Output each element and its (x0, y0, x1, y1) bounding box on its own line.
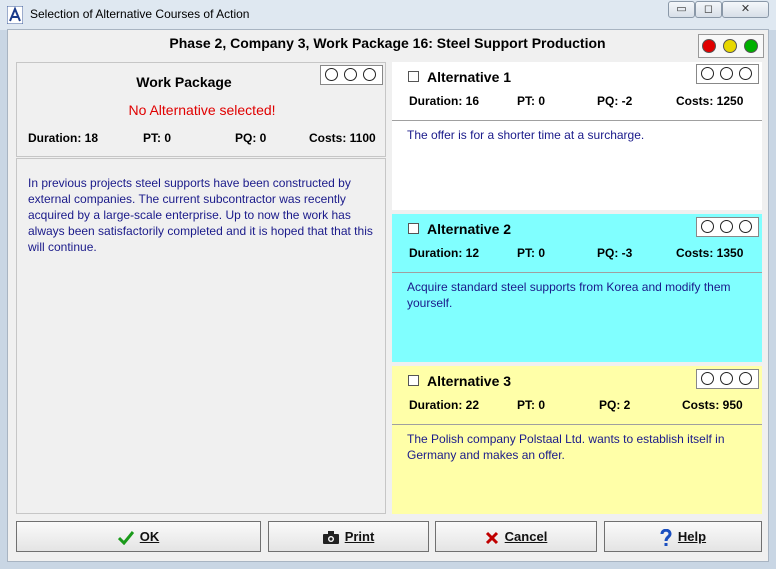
pq-value: PQ: -3 (597, 246, 633, 260)
rating-circles (696, 64, 759, 84)
work-package-title: Work Package (136, 74, 232, 90)
rating-circle-icon (363, 68, 376, 81)
alternative-1-description-panel: The offer is for a shorter time at a sur… (392, 120, 762, 210)
work-package-panel: Work Package No Alternative selected! Du… (16, 62, 386, 157)
rating-circles (696, 217, 759, 237)
checkmark-icon (117, 530, 134, 545)
costs-value: Costs: 1350 (676, 246, 744, 260)
help-button-label: Help (677, 529, 707, 544)
maximize-icon: ◻ (703, 3, 714, 15)
ok-button[interactable]: OK (16, 521, 261, 552)
maximize-button[interactable]: ◻ (695, 1, 722, 18)
duration-value: Duration: 22 (409, 398, 480, 412)
alternative-3-name: Alternative 3 (427, 373, 512, 389)
page-title: Phase 2, Company 3, Work Package 16: Ste… (169, 35, 606, 51)
rating-circle-icon (739, 220, 752, 233)
green-light-icon (744, 39, 758, 53)
minimize-icon: ▭ (676, 3, 687, 15)
costs-value: Costs: 1100 (309, 131, 376, 145)
minimize-button[interactable]: ▭ (668, 1, 695, 18)
rating-circles (320, 65, 383, 85)
rating-circles (696, 369, 759, 389)
camera-icon (322, 531, 339, 545)
alternative-3-description: The Polish company Polstaal Ltd. wants t… (407, 432, 725, 462)
rating-circle-icon (701, 220, 714, 233)
costs-value: Costs: 950 (682, 398, 743, 412)
cross-icon (485, 531, 499, 545)
question-mark-icon (660, 528, 672, 547)
duration-value: Duration: 16 (409, 94, 480, 108)
cancel-button-label: Cancel (504, 529, 548, 544)
help-button[interactable]: Help (604, 521, 762, 552)
rating-circle-icon (720, 372, 733, 385)
pq-value: PQ: 0 (235, 131, 267, 145)
alternative-2-description-panel: Acquire standard steel supports from Kor… (392, 272, 762, 362)
rating-circle-icon (701, 67, 714, 80)
rating-circle-icon (720, 67, 733, 80)
rating-circle-icon (701, 372, 714, 385)
ok-button-label: OK (139, 529, 160, 544)
costs-value: Costs: 1250 (676, 94, 744, 108)
traffic-light-indicator (698, 34, 764, 58)
pt-value: PT: 0 (517, 246, 546, 260)
pt-value: PT: 0 (517, 398, 546, 412)
rating-circle-icon (739, 372, 752, 385)
alternative-2-description: Acquire standard steel supports from Kor… (407, 280, 731, 310)
print-button[interactable]: Print (268, 521, 429, 552)
alternative-2-checkbox[interactable] (408, 223, 419, 234)
selection-status: No Alternative selected! (128, 102, 276, 118)
alternative-3-checkbox[interactable] (408, 375, 419, 386)
cancel-button[interactable]: Cancel (435, 521, 597, 552)
pt-value: PT: 0 (143, 131, 172, 145)
duration-value: Duration: 18 (28, 131, 99, 145)
rating-circle-icon (720, 220, 733, 233)
print-button-label: Print (344, 529, 375, 544)
yellow-light-icon (723, 39, 737, 53)
close-button[interactable]: ✕ (722, 1, 769, 18)
rating-circle-icon (344, 68, 357, 81)
pq-value: PQ: -2 (597, 94, 633, 108)
app-logo-icon (7, 6, 23, 24)
window-titlebar[interactable]: Selection of Alternative Courses of Acti… (0, 0, 776, 30)
window-title: Selection of Alternative Courses of Acti… (30, 7, 250, 21)
alternative-2-name: Alternative 2 (427, 221, 512, 237)
work-package-description-panel: In previous projects steel supports have… (16, 158, 386, 514)
rating-circle-icon (739, 67, 752, 80)
dialog-header: Phase 2, Company 3, Work Package 16: Ste… (9, 31, 766, 59)
alternative-3-header[interactable]: Alternative 3 Duration: 22 PT: 0 PQ: 2 C… (392, 366, 762, 424)
pq-value: PQ: 2 (599, 398, 631, 412)
work-package-description: In previous projects steel supports have… (28, 176, 373, 254)
pt-value: PT: 0 (517, 94, 546, 108)
duration-value: Duration: 12 (409, 246, 480, 260)
close-icon: ✕ (740, 3, 751, 15)
alternative-1-header[interactable]: Alternative 1 Duration: 16 PT: 0 PQ: -2 … (392, 62, 762, 120)
alternative-1-checkbox[interactable] (408, 71, 419, 82)
red-light-icon (702, 39, 716, 53)
alternative-3-description-panel: The Polish company Polstaal Ltd. wants t… (392, 424, 762, 514)
rating-circle-icon (325, 68, 338, 81)
alternative-1-name: Alternative 1 (427, 69, 512, 85)
alternative-1-description: The offer is for a shorter time at a sur… (407, 128, 645, 142)
alternative-2-header[interactable]: Alternative 2 Duration: 12 PT: 0 PQ: -3 … (392, 214, 762, 272)
